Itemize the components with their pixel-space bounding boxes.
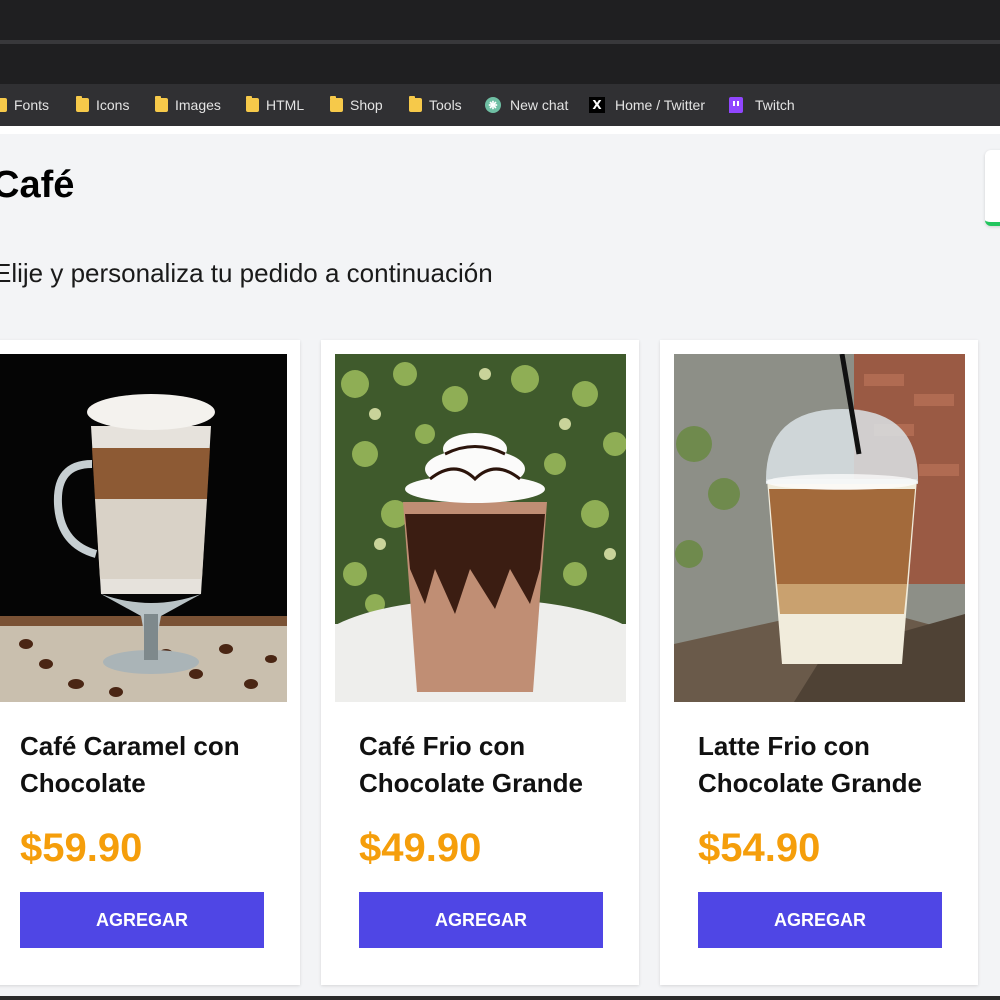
bookmark-label: Fonts xyxy=(14,97,50,113)
bookmark-label: Tools xyxy=(429,97,462,113)
folder-icon xyxy=(409,96,422,112)
product-name: Café Frio con Chocolate Grande xyxy=(359,731,583,798)
folder-icon xyxy=(0,98,7,112)
product-card: Café Frio con Chocolate Grande $49.90 AG… xyxy=(321,340,639,985)
bookmark-shop[interactable]: Shop xyxy=(330,84,383,126)
page-top-strip xyxy=(0,126,1000,134)
iced-chocolate-coffee-image xyxy=(335,354,626,702)
bookmark-twitter[interactable]: X Home / Twitter xyxy=(589,84,705,126)
folder-icon xyxy=(155,96,168,112)
add-to-order-button[interactable]: AGREGAR xyxy=(20,892,264,948)
browser-address-bar[interactable] xyxy=(0,44,1000,84)
bookmark-new-chat[interactable]: ❋ New chat xyxy=(485,84,568,126)
product-name: Café Caramel con Chocolate xyxy=(20,731,240,798)
bookmark-label: Shop xyxy=(350,97,383,113)
bookmark-html[interactable]: HTML xyxy=(246,84,304,126)
bottom-border xyxy=(0,996,1000,1000)
bookmark-images[interactable]: Images xyxy=(155,84,221,126)
floating-cart-panel[interactable] xyxy=(985,150,1000,226)
folder-icon xyxy=(76,96,89,112)
bookmark-label: Images xyxy=(175,97,221,113)
bookmark-label: Icons xyxy=(96,97,130,113)
bookmark-label: Home / Twitter xyxy=(615,97,705,113)
bookmark-label: New chat xyxy=(510,97,569,113)
iced-latte-image xyxy=(674,354,965,702)
product-price: $54.90 xyxy=(698,826,821,870)
bookmark-icons[interactable]: Icons xyxy=(76,84,129,126)
x-icon: X xyxy=(589,97,605,113)
page-subtitle: Elije y personaliza tu pedido a continua… xyxy=(0,258,493,288)
product-card: Latte Frio con Chocolate Grande $54.90 A… xyxy=(660,340,978,985)
product-price: $59.90 xyxy=(20,826,143,870)
bookmark-label: Twitch xyxy=(755,97,795,113)
browser-tab-strip xyxy=(0,0,1000,40)
product-name: Latte Frio con Chocolate Grande xyxy=(698,731,922,798)
product-price: $49.90 xyxy=(359,826,482,870)
chatgpt-icon: ❋ xyxy=(485,97,501,113)
folder-icon xyxy=(246,96,259,112)
bookmarks-bar: Fonts Icons Images HTML Shop Tools ❋ New… xyxy=(0,84,1000,126)
folder-icon xyxy=(330,96,343,112)
bookmark-fonts[interactable]: Fonts xyxy=(0,84,49,126)
add-to-order-button[interactable]: AGREGAR xyxy=(698,892,942,948)
bookmark-label: HTML xyxy=(266,97,305,113)
bookmark-twitch[interactable]: Twitch xyxy=(729,84,795,126)
page-title: Café xyxy=(0,164,75,206)
caramel-chocolate-coffee-image xyxy=(0,354,287,702)
add-to-order-button[interactable]: AGREGAR xyxy=(359,892,603,948)
bookmark-tools[interactable]: Tools xyxy=(409,84,462,126)
twitch-icon xyxy=(729,97,743,113)
product-card: Café Caramel con Chocolate $59.90 AGREGA… xyxy=(0,340,300,985)
